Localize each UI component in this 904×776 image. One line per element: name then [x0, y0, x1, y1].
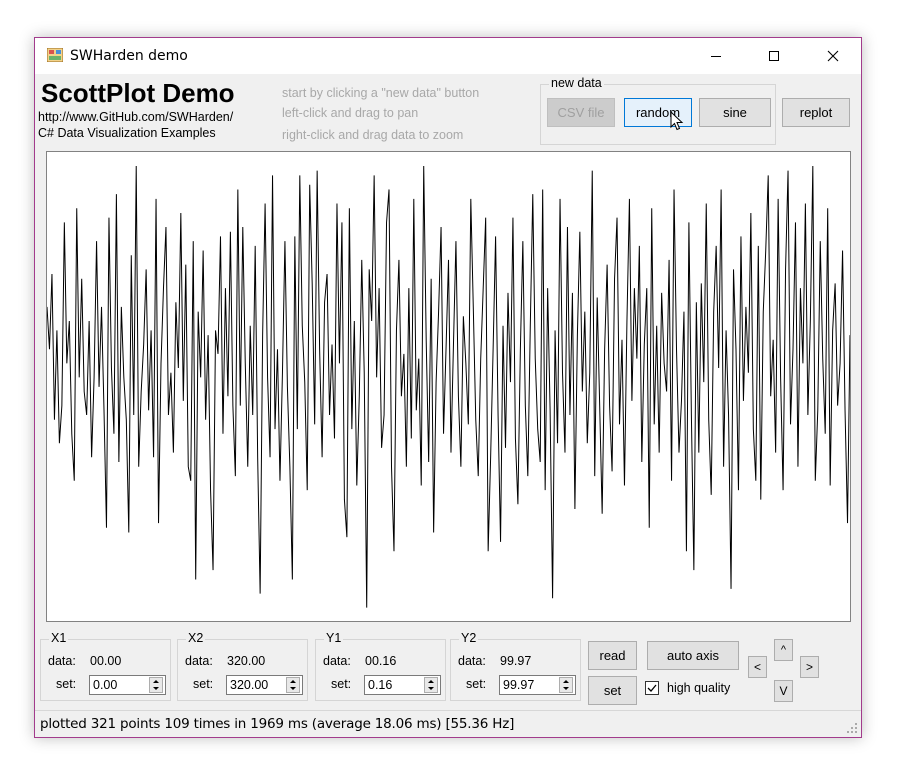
y2-group-label: Y2: [459, 631, 479, 645]
maximize-icon: [769, 51, 779, 61]
hint-zoom: right-click and drag data to zoom: [282, 128, 464, 142]
y2-data-value: 99.97: [500, 654, 532, 668]
auto-axis-button[interactable]: auto axis: [647, 641, 739, 670]
pan-right-button[interactable]: >: [800, 656, 819, 678]
x2-data-value: 320.00: [227, 654, 266, 668]
title-bar[interactable]: SWHarden demo: [35, 38, 861, 74]
new-data-group-label: new data: [549, 76, 604, 90]
pan-left-button[interactable]: <: [748, 656, 767, 678]
y2-set-stepper[interactable]: 99.97: [499, 675, 576, 695]
hint-pan: left-click and drag to pan: [282, 106, 419, 120]
minimize-icon: [711, 56, 721, 57]
x1-data-value: 00.00: [90, 654, 122, 668]
spin-up-icon: [153, 680, 159, 683]
x2-set-value: 320.00: [230, 678, 269, 692]
hint-new-data: start by clicking a "new data" button: [282, 86, 480, 100]
status-text: plotted 321 points 109 times in 1969 ms …: [40, 716, 515, 732]
x2-set-label: set:: [193, 677, 214, 691]
x1-set-label: set:: [56, 677, 77, 691]
read-button[interactable]: read: [588, 641, 637, 670]
x2-group-label: X2: [186, 631, 206, 645]
high-quality-label[interactable]: high quality: [667, 681, 730, 695]
y1-spin-buttons[interactable]: [424, 677, 438, 693]
resize-grip-icon[interactable]: [846, 722, 858, 734]
y2-spin-buttons[interactable]: [559, 677, 573, 693]
y2-group: Y2 data: 99.97 set: 99.97: [450, 631, 581, 701]
y2-data-label: data:: [458, 654, 486, 668]
x1-group-label: X1: [49, 631, 69, 645]
y1-set-label: set:: [331, 677, 352, 691]
maximize-button[interactable]: [751, 38, 797, 74]
y2-set-label: set:: [466, 677, 487, 691]
spin-down-icon: [153, 687, 159, 690]
checkmark-icon: [647, 684, 657, 692]
x1-data-label: data:: [48, 654, 76, 668]
x1-set-stepper[interactable]: 0.00: [89, 675, 166, 695]
x2-data-label: data:: [185, 654, 213, 668]
status-bar: plotted 321 points 109 times in 1969 ms …: [35, 710, 861, 737]
x2-group: X2 data: 320.00 set: 320.00: [177, 631, 308, 701]
x2-spin-buttons[interactable]: [286, 677, 300, 693]
pan-down-button[interactable]: V: [774, 680, 793, 702]
github-link: http://www.GitHub.com/SWHarden/: [38, 110, 234, 124]
y1-group: Y1 data: 00.16 set: 0.16: [315, 631, 446, 701]
pan-up-button[interactable]: ^: [774, 639, 793, 661]
app-window: SWHarden demo ScottPlot Demo http://www.…: [34, 37, 862, 738]
x1-group: X1 data: 00.00 set: 0.00: [40, 631, 171, 701]
spin-up-icon: [563, 680, 569, 683]
close-icon: [827, 50, 839, 62]
spin-up-icon: [290, 680, 296, 683]
y1-data-value: 00.16: [365, 654, 397, 668]
y1-data-label: data:: [323, 654, 351, 668]
set-button[interactable]: set: [588, 676, 637, 705]
x2-set-stepper[interactable]: 320.00: [226, 675, 303, 695]
mouse-cursor-icon: [670, 111, 684, 131]
sine-button[interactable]: sine: [699, 98, 771, 127]
spin-down-icon: [290, 687, 296, 690]
minimize-button[interactable]: [693, 38, 739, 74]
csv-file-button[interactable]: CSV file: [547, 98, 615, 127]
line-chart[interactable]: [47, 152, 850, 621]
app-subtitle: C# Data Visualization Examples: [38, 126, 216, 140]
y1-group-label: Y1: [324, 631, 344, 645]
replot-button[interactable]: replot: [782, 98, 850, 127]
y1-set-value: 0.16: [368, 678, 393, 692]
window-title: SWHarden demo: [70, 48, 188, 64]
spin-down-icon: [563, 687, 569, 690]
x1-spin-buttons[interactable]: [149, 677, 163, 693]
app-title: ScottPlot Demo: [41, 78, 235, 108]
y2-set-value: 99.97: [503, 678, 535, 692]
high-quality-checkbox[interactable]: [645, 681, 659, 695]
spin-up-icon: [428, 680, 434, 683]
spin-down-icon: [428, 687, 434, 690]
close-button[interactable]: [810, 38, 856, 74]
x1-set-value: 0.00: [93, 678, 118, 692]
y1-set-stepper[interactable]: 0.16: [364, 675, 441, 695]
data-series-line: [47, 165, 850, 608]
plot-area[interactable]: [46, 151, 851, 622]
app-icon: [47, 48, 63, 62]
